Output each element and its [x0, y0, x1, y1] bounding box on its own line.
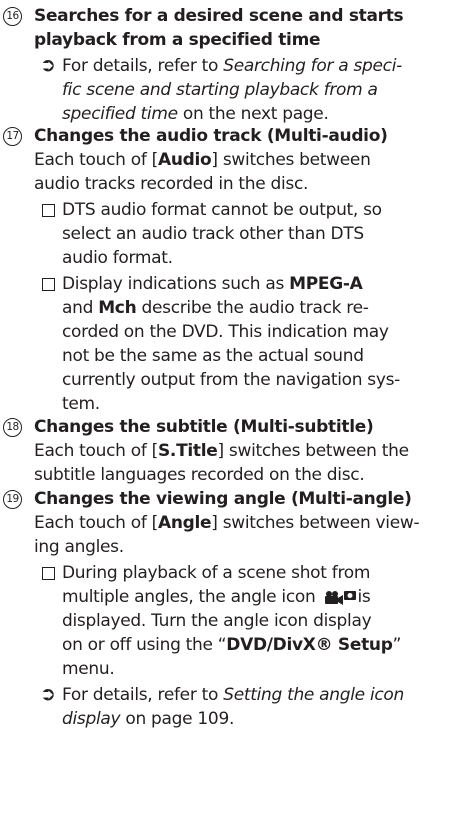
item-heading: Changes the audio track (Multi-audio) [34, 126, 388, 146]
body-text: Each touch of [ [34, 150, 158, 170]
note-icon [42, 567, 55, 580]
note-text: select an audio track other than DTS [62, 224, 364, 244]
note-text: displayed. Turn the angle icon display [62, 611, 372, 631]
item-heading: Changes the viewing angle (Multi-angle) [34, 489, 412, 509]
reference-link[interactable]: specified time [62, 104, 178, 124]
reference-link[interactable]: fic scene and starting playback from a [62, 80, 378, 100]
item-body: Each touch of [S.Title] switches between… [34, 441, 409, 461]
reference-suffix: on the next page. [177, 104, 329, 124]
arrow-right-icon: ➲ [40, 54, 56, 76]
note-text: currently output from the navigation sys… [62, 370, 401, 390]
note-icon [42, 204, 55, 217]
reference-link[interactable]: display [62, 709, 121, 729]
reference-text: For details, refer to Searching for a sp… [62, 56, 402, 76]
angle-camera-icon [315, 589, 357, 605]
note-text: multiple angles, the angle icon is [62, 587, 371, 607]
item-body: ing angles. [34, 537, 124, 557]
note-text-part: describe the audio track re- [136, 298, 369, 318]
reference-text: For details, refer to Setting the angle … [62, 685, 404, 705]
note-text-part: and [62, 298, 99, 318]
item-heading: Searches for a desired scene and starts [34, 6, 404, 26]
note-text: on or off using the “DVD/DivX® Setup” [62, 635, 401, 655]
dvd-divx-setup-label: DVD/DivX® Setup [226, 635, 393, 655]
note-text: Display indications such as MPEG-A [62, 274, 363, 294]
body-text: ] switches between view- [211, 513, 420, 533]
reference-link[interactable]: Setting the angle icon [223, 685, 404, 705]
item-number-badge: 16 [3, 7, 22, 26]
note-text: corded on the DVD. This indication may [62, 322, 389, 342]
reference-text: specified time on the next page. [62, 104, 329, 124]
item-heading: Changes the subtitle (Multi-subtitle) [34, 417, 374, 437]
body-text: ] switches between [211, 150, 371, 170]
item-number-badge: 18 [3, 418, 22, 437]
arrow-right-icon: ➲ [40, 683, 56, 705]
note-text-part: Display indications such as [62, 274, 290, 294]
note-text-part: ” [392, 635, 402, 655]
mpeg-a-label: MPEG-A [289, 274, 363, 294]
reference-text: fic scene and starting playback from a [62, 80, 378, 100]
note-text: and Mch describe the audio track re- [62, 298, 369, 318]
note-text: menu. [62, 659, 115, 679]
body-text: Each touch of [ [34, 441, 158, 461]
audio-key-label: Audio [157, 150, 212, 170]
reference-text: display on page 109. [62, 709, 234, 729]
note-icon [42, 278, 55, 291]
note-text-part: multiple angles, the angle icon [62, 587, 316, 607]
item-number-badge: 17 [3, 127, 22, 146]
note-text-part: on or off using the “ [62, 635, 227, 655]
note-text: tem. [62, 394, 100, 414]
reference-prefix: For details, refer to [62, 56, 224, 76]
body-text: ] switches between the [217, 441, 410, 461]
note-text: During playback of a scene shot from [62, 563, 371, 583]
body-text: Each touch of [ [34, 513, 158, 533]
item-body: Each touch of [Audio] switches between [34, 150, 371, 170]
subtitle-key-label: S.Title [157, 441, 218, 461]
angle-key-label: Angle [157, 513, 212, 533]
mch-label: Mch [98, 298, 137, 318]
reference-prefix: For details, refer to [62, 685, 224, 705]
reference-suffix: on page 109. [120, 709, 235, 729]
item-number-badge: 19 [3, 490, 22, 509]
item-body: subtitle languages recorded on the disc. [34, 465, 365, 485]
note-text: audio format. [62, 248, 173, 268]
manual-page: 16 Searches for a desired scene and star… [0, 0, 462, 837]
item-body: audio tracks recorded in the disc. [34, 174, 309, 194]
note-text: DTS audio format cannot be output, so [62, 200, 382, 220]
item-body: Each touch of [Angle] switches between v… [34, 513, 420, 533]
reference-link[interactable]: Searching for a speci- [223, 56, 402, 76]
note-text: not be the same as the actual sound [62, 346, 364, 366]
item-heading: playback from a specified time [34, 30, 321, 50]
